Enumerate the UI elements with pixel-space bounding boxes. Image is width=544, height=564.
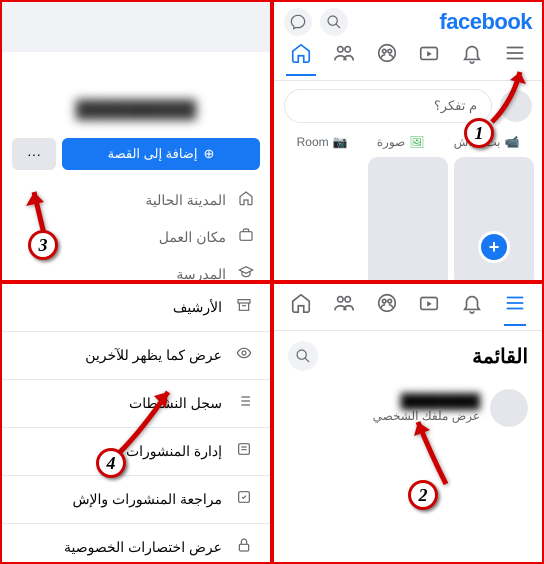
graduation-icon — [236, 264, 256, 282]
list-icon — [234, 393, 254, 414]
messenger-icon[interactable] — [284, 8, 312, 36]
more-button[interactable]: ··· — [12, 138, 56, 170]
panel-menu-list: الأرشيف عرض كما يظهر للآخرين سجل النشاطا… — [0, 282, 272, 564]
panel-profile: ██████████ ⊕ إضافة إلى القصة ··· المدينة… — [0, 0, 272, 282]
facebook-logo: facebook — [439, 9, 532, 35]
eye-icon — [234, 345, 254, 366]
review-icon — [234, 489, 254, 510]
tab-groups[interactable] — [376, 292, 398, 326]
tab-friends[interactable] — [333, 292, 355, 326]
archive-icon — [234, 297, 254, 318]
posts-icon — [234, 441, 254, 462]
callout-3: 3 — [28, 230, 58, 260]
profile-name: ██████████ — [2, 100, 270, 120]
tab-friends[interactable] — [329, 42, 359, 76]
search-button[interactable] — [288, 341, 318, 371]
search-icon[interactable] — [320, 8, 348, 36]
briefcase-icon — [236, 227, 256, 248]
add-story-button[interactable]: ⊕ إضافة إلى القصة — [62, 138, 260, 170]
panel-menu: القائمة ████████ عرض ملفك الشخصي 2 — [272, 282, 544, 564]
story-item[interactable] — [368, 157, 448, 282]
tab-notifications[interactable] — [461, 292, 483, 326]
panel-feed: facebook م تفكر؟ 📹بث مباش 🖼صورة 📷Room — [272, 0, 544, 282]
video-icon: 📷 — [333, 135, 348, 149]
arrow-4 — [112, 380, 182, 461]
image-icon: 🖼 — [409, 135, 424, 149]
menu-review[interactable]: مراجعة المنشورات والإش — [2, 476, 270, 524]
tab-home[interactable] — [286, 42, 316, 76]
menu-archive[interactable]: الأرشيف — [2, 284, 270, 332]
tab-watch[interactable] — [414, 42, 444, 76]
profile-row[interactable]: ████████ عرض ملفك الشخصي — [274, 381, 542, 435]
avatar — [490, 389, 528, 427]
tab-home[interactable] — [290, 292, 312, 326]
lock-icon — [234, 537, 254, 558]
menu-privacy[interactable]: عرض اختصارات الخصوصية — [2, 524, 270, 564]
action-photo[interactable]: 🖼صورة — [377, 135, 425, 149]
callout-2: 2 — [408, 480, 438, 510]
action-room[interactable]: 📷Room — [297, 135, 348, 149]
menu-view-as[interactable]: عرض كما يظهر للآخرين — [2, 332, 270, 380]
info-school[interactable]: المدرسة — [16, 256, 256, 282]
composer-input[interactable]: م تفكر؟ — [284, 89, 492, 123]
home-icon — [236, 190, 256, 211]
callout-1: 1 — [464, 118, 494, 148]
tab-groups[interactable] — [372, 42, 402, 76]
cover-area — [2, 2, 270, 52]
plus-icon: + — [478, 231, 510, 263]
profile-name: ████████ — [373, 393, 480, 409]
tab-menu[interactable] — [504, 292, 526, 326]
menu-title: القائمة — [472, 344, 528, 369]
story-create[interactable]: + — [454, 157, 534, 282]
tab-watch[interactable] — [418, 292, 440, 326]
callout-4: 4 — [96, 448, 126, 478]
camera-icon: 📹 — [504, 135, 519, 149]
plus-icon: ⊕ — [203, 146, 214, 162]
